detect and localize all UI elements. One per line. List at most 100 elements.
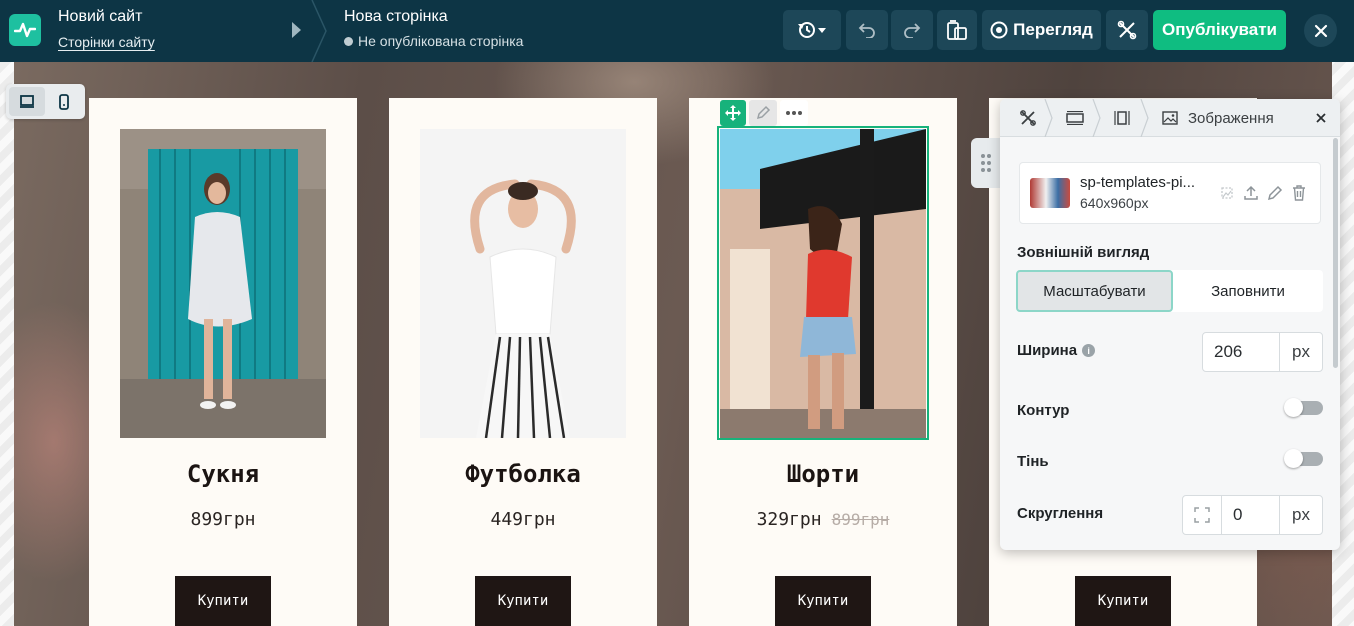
crop-button[interactable] xyxy=(1218,184,1236,202)
radius-label: Скруглення xyxy=(1017,505,1104,522)
edit-element-button[interactable] xyxy=(749,100,777,126)
pencil-icon xyxy=(1267,185,1283,201)
tab-section[interactable] xyxy=(1055,99,1095,137)
buy-button[interactable]: Купити xyxy=(775,576,871,626)
image-file-box: sp-templates-pi... 640x960px xyxy=(1019,162,1321,224)
shadow-label: Тінь xyxy=(1017,453,1049,470)
info-icon[interactable]: i xyxy=(1082,344,1096,357)
appearance-label: Зовнішній вигляд xyxy=(1017,244,1150,261)
panel-body: sp-templates-pi... 640x960px Зовнішній в… xyxy=(1000,137,1330,550)
section-icon xyxy=(1066,111,1084,125)
redo-button[interactable] xyxy=(891,10,933,50)
appearance-segmented-control: Масштабувати Заповнити xyxy=(1016,270,1323,312)
history-button[interactable] xyxy=(783,10,841,50)
product-price[interactable]: 449грн xyxy=(389,509,657,530)
tab-separator xyxy=(1044,99,1053,137)
image-icon xyxy=(1162,111,1178,125)
panel-scrollbar[interactable] xyxy=(1333,138,1338,368)
product-card-shorts[interactable]: Шорти 329грн 899грн Купити xyxy=(689,98,957,626)
product-name[interactable]: Футболка xyxy=(389,460,657,488)
page-status-text: Не опублікована сторінка xyxy=(358,33,524,49)
more-icon xyxy=(786,111,802,115)
tools-button[interactable] xyxy=(1106,10,1148,50)
move-icon xyxy=(725,105,741,121)
tab-image-label: Зображення xyxy=(1188,109,1274,127)
tools-icon xyxy=(1020,110,1036,126)
panel-breadcrumb-tabs: Зображення xyxy=(1000,99,1340,137)
breadcrumb-separator xyxy=(311,0,327,62)
drag-dots-icon xyxy=(980,154,991,172)
product-old-price: 899грн xyxy=(831,510,890,529)
tab-separator xyxy=(1092,99,1101,137)
delete-image-button[interactable] xyxy=(1290,184,1308,202)
publish-button[interactable]: Опублікувати xyxy=(1153,10,1286,50)
redo-icon xyxy=(904,23,921,38)
edit-image-button[interactable] xyxy=(1266,184,1284,202)
product-price[interactable]: 329грн 899грн xyxy=(689,509,957,530)
undo-icon xyxy=(858,23,875,38)
responsive-button[interactable] xyxy=(937,10,977,50)
scale-option[interactable]: Масштабувати xyxy=(1016,270,1173,312)
image-file-size: 640x960px xyxy=(1080,195,1149,211)
product-name[interactable]: Сукня xyxy=(89,460,357,488)
tools-icon xyxy=(1117,20,1137,40)
product-price[interactable]: 899грн xyxy=(89,509,357,530)
logo-icon[interactable] xyxy=(9,14,41,46)
crop-icon xyxy=(1221,187,1233,199)
move-element-button[interactable] xyxy=(720,100,746,126)
outline-toggle[interactable] xyxy=(1284,398,1323,417)
shadow-toggle[interactable] xyxy=(1284,449,1323,468)
width-unit-select[interactable]: px xyxy=(1279,332,1323,372)
tab-columns[interactable] xyxy=(1102,99,1142,137)
upload-icon xyxy=(1244,185,1258,200)
product-name[interactable]: Шорти xyxy=(689,460,957,488)
product-image-dress[interactable] xyxy=(120,129,326,438)
mobile-view-button[interactable] xyxy=(46,87,82,116)
preview-button[interactable]: Перегляд xyxy=(982,10,1101,50)
tab-image[interactable]: Зображення xyxy=(1162,99,1282,137)
responsive-icon xyxy=(947,20,967,40)
pencil-icon xyxy=(756,105,771,120)
panel-close-button[interactable] xyxy=(1312,109,1330,127)
buy-button[interactable]: Купити xyxy=(175,576,271,626)
product-card-tshirt[interactable]: Футболка 449грн Купити xyxy=(389,98,657,626)
page-title: Нова сторінка xyxy=(344,8,448,25)
tab-separator xyxy=(1140,99,1149,137)
image-settings-panel: Зображення sp-templates-pi... 640x960px xyxy=(1000,99,1340,550)
image-thumbnail[interactable] xyxy=(1030,178,1070,208)
product-image-shorts[interactable] xyxy=(720,129,926,438)
shorts-photo xyxy=(720,129,926,438)
trash-icon xyxy=(1293,185,1305,201)
element-toolbar xyxy=(720,100,811,128)
buy-button[interactable]: Купити xyxy=(475,576,571,626)
panel-drag-handle[interactable] xyxy=(971,138,1000,188)
outline-label: Контур xyxy=(1017,402,1070,419)
buy-button[interactable]: Купити xyxy=(1075,576,1171,626)
product-card-dress[interactable]: Сукня 899грн Купити xyxy=(89,98,357,626)
close-editor-button[interactable] xyxy=(1304,14,1337,47)
product-image-tshirt[interactable] xyxy=(420,129,626,438)
device-switch xyxy=(6,84,85,119)
tshirt-photo xyxy=(420,129,626,438)
site-title: Новий сайт xyxy=(58,8,143,25)
close-icon xyxy=(1314,24,1327,37)
radius-input[interactable]: 0 xyxy=(1221,495,1280,535)
image-file-actions xyxy=(1218,184,1308,202)
fill-option[interactable]: Заповнити xyxy=(1173,270,1323,312)
columns-icon xyxy=(1114,111,1130,125)
site-pages-link[interactable]: Сторінки сайту xyxy=(58,34,155,50)
more-options-button[interactable] xyxy=(780,100,808,126)
top-bar: Новий сайт Сторінки сайту Нова сторінка … xyxy=(0,0,1354,62)
site-menu-arrow-icon[interactable] xyxy=(292,22,301,38)
upload-button[interactable] xyxy=(1242,184,1260,202)
radius-corners-button[interactable] xyxy=(1182,495,1222,535)
desktop-view-button[interactable] xyxy=(9,87,45,116)
mobile-icon xyxy=(59,93,69,110)
undo-button[interactable] xyxy=(846,10,888,50)
status-dot-icon xyxy=(344,36,353,46)
eye-icon xyxy=(990,21,1008,39)
width-input[interactable]: 206 xyxy=(1202,332,1280,372)
dress-photo xyxy=(120,129,326,438)
history-icon xyxy=(798,22,826,38)
radius-unit-select[interactable]: px xyxy=(1279,495,1323,535)
